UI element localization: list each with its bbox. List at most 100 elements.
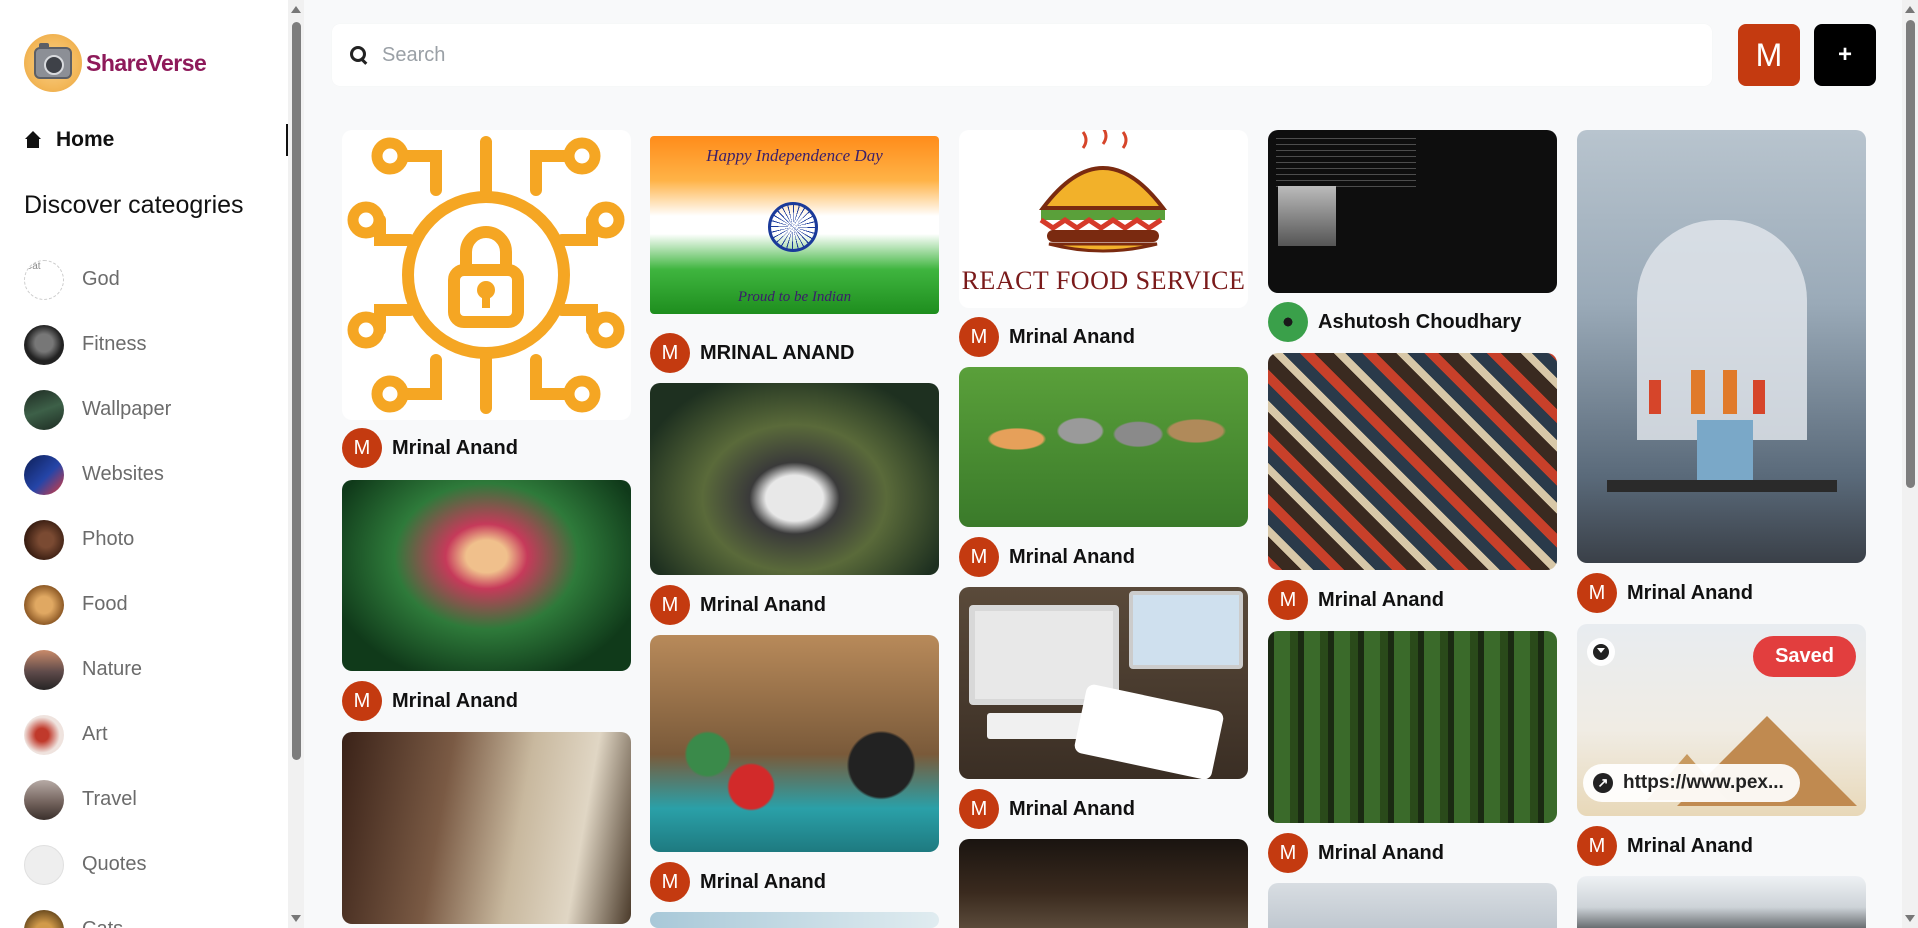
add-pin-button[interactable]: + [1814, 24, 1876, 86]
sidebar-item-art[interactable]: Art [24, 702, 171, 767]
sidebar-item-photo[interactable]: Photo [24, 507, 171, 572]
sidebar-item-label: Food [82, 593, 128, 615]
sidebar-item-quotes[interactable]: Quotes [24, 832, 171, 897]
pin-card[interactable] [342, 480, 631, 671]
pin-image-goddess[interactable] [342, 480, 631, 671]
pin-author[interactable]: M Mrinal Anand [1577, 826, 1753, 866]
sidebar: ShareVerse Home Discover cateogries Cat … [0, 0, 288, 928]
pin-card[interactable] [650, 635, 939, 852]
author-name: MRINAL ANAND [700, 341, 855, 364]
external-link-icon: ↗ [1593, 773, 1613, 793]
pin-image-partial[interactable] [650, 912, 939, 928]
app-logo[interactable]: ShareVerse [24, 34, 207, 92]
author-name: Mrinal Anand [1009, 797, 1135, 820]
pin-card[interactable] [342, 732, 631, 924]
pin-author[interactable]: M MRINAL ANAND [650, 333, 854, 373]
pin-image-forest[interactable] [1268, 631, 1557, 823]
pin-image-partial[interactable] [1268, 883, 1557, 928]
category-thumbnail: Cat [24, 259, 64, 300]
pin-image-terminal[interactable] [1268, 130, 1557, 293]
pin-image-partial[interactable] [1577, 876, 1866, 928]
sidebar-item-cats[interactable]: Cats [24, 897, 171, 928]
download-button[interactable] [1587, 638, 1615, 666]
avatar: M [342, 428, 382, 468]
author-name: Mrinal Anand [392, 436, 518, 459]
pin-image-lock[interactable] [342, 130, 631, 420]
sidebar-item-food[interactable]: Food [24, 572, 171, 637]
pin-image-cooking[interactable] [650, 635, 939, 852]
sidebar-item-websites[interactable]: Websites [24, 442, 171, 507]
pin-card[interactable] [1268, 883, 1557, 928]
category-thumbnail [24, 714, 64, 755]
pin-image-pottery[interactable] [342, 732, 631, 924]
pin-author[interactable]: M Mrinal Anand [650, 585, 826, 625]
pin-image-pyramids[interactable]: Saved ↗ https://www.pex... [1577, 624, 1866, 816]
sidebar-item-god[interactable]: Cat God [24, 247, 171, 312]
sidebar-item-fitness[interactable]: Fitness [24, 312, 171, 377]
pin-image-devices[interactable] [959, 587, 1248, 779]
category-thumbnail [24, 519, 64, 560]
pin-card[interactable] [650, 383, 939, 575]
sidebar-item-label: Quotes [82, 853, 147, 875]
search-input[interactable] [382, 43, 1682, 67]
author-name: Mrinal Anand [1627, 834, 1753, 857]
main-scrollbar[interactable] [1902, 0, 1918, 928]
pin-card[interactable] [1577, 130, 1866, 563]
category-thumbnail [24, 389, 64, 430]
pin-card[interactable]: Happy Independence Day Proud to be India… [650, 136, 939, 314]
pin-card[interactable] [959, 839, 1248, 928]
pin-author[interactable]: M Mrinal Anand [1268, 833, 1444, 873]
scrollbar-thumb[interactable] [1906, 20, 1915, 488]
avatar: M [959, 537, 999, 577]
search-bar[interactable] [332, 24, 1712, 86]
sidebar-item-nature[interactable]: Nature [24, 637, 171, 702]
pin-image-kittens[interactable] [959, 367, 1248, 527]
sidebar-item-wallpaper[interactable]: Wallpaper [24, 377, 171, 442]
pin-author[interactable]: M Mrinal Anand [959, 317, 1135, 357]
avatar: M [650, 333, 690, 373]
pin-author[interactable]: M Mrinal Anand [959, 537, 1135, 577]
pin-card[interactable] [959, 587, 1248, 779]
pin-image-food-service[interactable]: REACT FOOD SERVICE [959, 130, 1248, 308]
user-avatar-button[interactable]: M [1738, 24, 1800, 86]
pin-image-collage-wall[interactable] [1268, 353, 1557, 570]
author-name: Mrinal Anand [1318, 588, 1444, 611]
avatar: M [650, 585, 690, 625]
scroll-up-icon[interactable] [1905, 6, 1915, 13]
pin-image-temple[interactable] [1577, 130, 1866, 563]
pin-image-husky[interactable] [650, 383, 939, 575]
pin-card[interactable] [1268, 130, 1557, 293]
scroll-down-icon[interactable] [291, 915, 301, 922]
pin-card[interactable]: REACT FOOD SERVICE [959, 130, 1248, 308]
author-name: Mrinal Anand [392, 689, 518, 712]
pin-card[interactable] [1268, 353, 1557, 570]
source-link-button[interactable]: ↗ https://www.pex... [1583, 764, 1800, 802]
scrollbar-thumb[interactable] [292, 22, 301, 760]
pin-author[interactable]: M Mrinal Anand [1577, 573, 1753, 613]
pin-image-partial[interactable] [959, 839, 1248, 928]
sidebar-scrollbar[interactable] [288, 0, 304, 928]
sidebar-item-home[interactable]: Home [24, 124, 288, 156]
pin-author[interactable]: M Mrinal Anand [342, 428, 518, 468]
avatar: M [959, 317, 999, 357]
pin-image-independence[interactable]: Happy Independence Day Proud to be India… [650, 136, 939, 314]
sidebar-item-travel[interactable]: Travel [24, 767, 171, 832]
pin-author[interactable]: M Mrinal Anand [650, 862, 826, 902]
scroll-up-icon[interactable] [291, 6, 301, 13]
pin-card[interactable] [1268, 631, 1557, 823]
pin-card[interactable] [650, 912, 939, 928]
category-list: Cat God Fitness Wallpaper Websites Photo… [24, 247, 171, 928]
pin-card[interactable] [1577, 876, 1866, 928]
pin-author[interactable]: Ashutosh Choudhary [1268, 302, 1521, 342]
saved-button[interactable]: Saved [1753, 636, 1856, 677]
scroll-down-icon[interactable] [1905, 915, 1915, 922]
pin-author[interactable]: M Mrinal Anand [1268, 580, 1444, 620]
pin-card[interactable] [342, 130, 631, 420]
pin-card[interactable]: Saved ↗ https://www.pex... [1577, 624, 1866, 816]
camera-logo-icon [24, 34, 82, 92]
pin-author[interactable]: M Mrinal Anand [342, 681, 518, 721]
burger-logo-icon [1038, 130, 1168, 253]
avatar: M [1268, 833, 1308, 873]
pin-author[interactable]: M Mrinal Anand [959, 789, 1135, 829]
pin-card[interactable] [959, 367, 1248, 527]
